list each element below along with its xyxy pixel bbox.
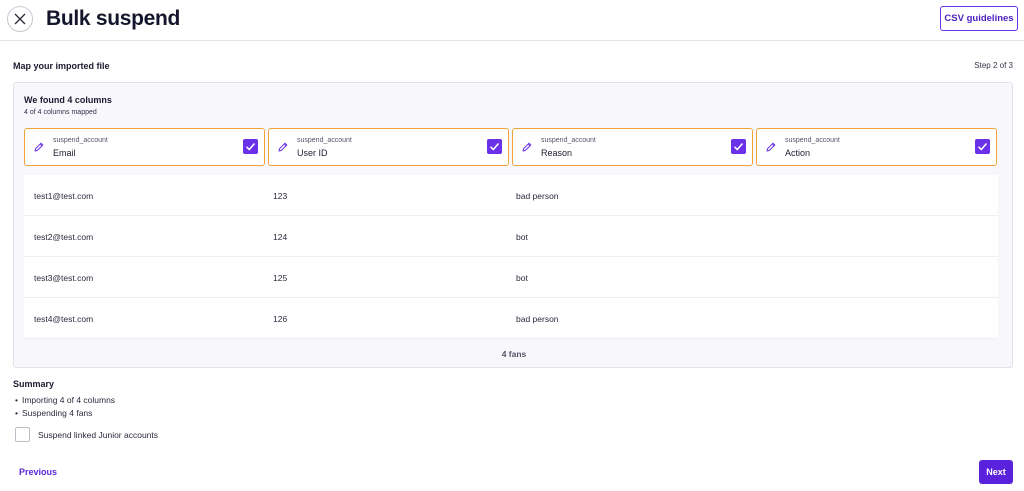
column-group-label: suspend_account [297, 137, 352, 144]
column-checkbox[interactable] [487, 139, 502, 154]
column-group-label: suspend_account [53, 137, 108, 144]
pencil-icon [522, 142, 532, 152]
next-button[interactable]: Next [979, 460, 1013, 484]
column-card-action[interactable]: suspend_account Action [756, 128, 997, 166]
check-icon [733, 143, 744, 151]
page-title: Bulk suspend [46, 7, 181, 30]
previous-button[interactable]: Previous [19, 467, 57, 477]
step-indicator: Step 2 of 3 [974, 61, 1013, 70]
column-group-label: suspend_account [541, 137, 596, 144]
column-checkbox[interactable] [731, 139, 746, 154]
cell-user-id: 124 [273, 232, 288, 242]
cell-email: test4@test.com [34, 314, 94, 324]
close-button[interactable] [7, 6, 33, 32]
suspend-linked-checkbox[interactable] [15, 427, 30, 442]
suspend-linked-label: Suspend linked Junior accounts [38, 429, 159, 440]
column-checkbox[interactable] [243, 139, 258, 154]
cell-user-id: 125 [273, 273, 288, 283]
column-name: Action [785, 148, 811, 158]
table-row: test2@test.com 124 bot [24, 216, 998, 257]
column-card-email[interactable]: suspend_account Email [24, 128, 265, 166]
table-row: test1@test.com 123 bad person [24, 175, 998, 216]
summary-item: Importing 4 of 4 columns [15, 394, 115, 407]
cell-user-id: 126 [273, 314, 288, 324]
cell-reason: bad person [516, 191, 559, 201]
summary-title: Summary [13, 379, 55, 389]
table-row: test4@test.com 126 bad person [24, 298, 998, 339]
found-columns-title: We found 4 columns [24, 95, 112, 105]
main-content: Map your imported file Step 2 of 3 We fo… [4, 51, 1020, 487]
pencil-icon [278, 142, 288, 152]
check-icon [489, 143, 500, 151]
close-icon [14, 13, 26, 25]
pencil-icon [34, 142, 44, 152]
preview-table: test1@test.com 123 bad person test2@test… [24, 175, 998, 339]
cell-email: test2@test.com [34, 232, 94, 242]
column-group-label: suspend_account [785, 137, 840, 144]
mapping-panel: We found 4 columns 4 of 4 columns mapped… [13, 82, 1013, 368]
cell-email: test3@test.com [34, 273, 94, 283]
linked-accounts-option: Suspend linked Junior accounts [15, 427, 158, 442]
cell-reason: bot [516, 273, 528, 283]
mapped-count: 4 of 4 columns mapped [24, 109, 97, 116]
csv-guidelines-button[interactable]: CSV guidelines [940, 6, 1018, 31]
summary-list: Importing 4 of 4 columns Suspending 4 fa… [15, 394, 115, 419]
pencil-icon [766, 142, 776, 152]
column-checkbox[interactable] [975, 139, 990, 154]
column-card-reason[interactable]: suspend_account Reason [512, 128, 753, 166]
column-name: User ID [297, 148, 328, 158]
column-name: Reason [541, 148, 573, 158]
table-row: test3@test.com 125 bot [24, 257, 998, 298]
header: Bulk suspend CSV guidelines [0, 0, 1024, 41]
cell-reason: bad person [516, 314, 559, 324]
summary-item: Suspending 4 fans [15, 407, 115, 420]
check-icon [977, 143, 988, 151]
column-name: Email [53, 148, 76, 158]
cell-email: test1@test.com [34, 191, 94, 201]
column-card-user-id[interactable]: suspend_account User ID [268, 128, 509, 166]
cell-user-id: 123 [273, 191, 288, 201]
cell-reason: bot [516, 232, 528, 242]
check-icon [245, 143, 256, 151]
fans-count: 4 fans [501, 349, 527, 359]
column-cards: suspend_account Email suspend_account Us… [24, 128, 998, 166]
section-title: Map your imported file [13, 61, 110, 71]
